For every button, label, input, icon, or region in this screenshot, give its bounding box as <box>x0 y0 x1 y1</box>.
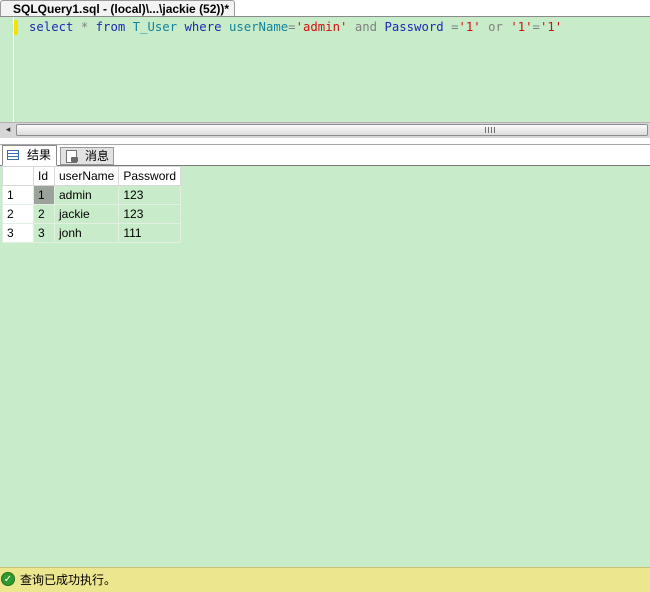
message-icon <box>66 150 78 163</box>
sql-token: where <box>184 20 222 34</box>
cell-username[interactable]: admin <box>53 185 120 205</box>
sql-code-line[interactable]: select * from T_User where userName='adm… <box>29 19 562 35</box>
sql-token: 'admin' <box>295 20 348 34</box>
cell-id[interactable]: 2 <box>33 204 55 224</box>
table-row[interactable]: 2 2 jackie 123 <box>2 204 182 224</box>
cell-username[interactable]: jackie <box>53 204 120 224</box>
sql-token: '1' <box>510 20 533 34</box>
sql-token: '1' <box>458 20 481 34</box>
unsaved-change-marker <box>14 20 18 35</box>
query-document-tab[interactable]: SQLQuery1.sql - (local)\...\jackie (52))… <box>0 0 236 17</box>
sql-token: = <box>288 20 296 34</box>
scroll-thumb[interactable] <box>16 124 648 136</box>
column-header-id[interactable]: Id <box>33 166 55 186</box>
result-tab-strip: 结果 消息 <box>0 145 650 166</box>
status-message: 查询已成功执行。 <box>20 573 117 587</box>
tab-messages-label: 消息 <box>85 149 110 163</box>
cell-password[interactable]: 111 <box>118 223 182 243</box>
grid-icon <box>7 150 19 160</box>
sql-token: = <box>532 20 540 34</box>
table-row[interactable]: 1 1 admin 123 <box>2 185 182 205</box>
document-tab-bar: SQLQuery1.sql - (local)\...\jackie (52))… <box>0 0 650 17</box>
cell-id[interactable]: 1 <box>33 185 55 205</box>
tab-results-label: 结果 <box>27 148 52 162</box>
column-header-username[interactable]: userName <box>53 166 120 186</box>
row-number[interactable]: 3 <box>2 223 34 243</box>
status-bar: ✓ 查询已成功执行。 <box>0 567 650 592</box>
sql-token: select <box>29 20 74 34</box>
tab-messages[interactable]: 消息 <box>60 147 114 165</box>
sql-token: Password <box>384 20 444 34</box>
sql-token: '1' <box>539 20 563 34</box>
row-number-header[interactable] <box>2 166 34 186</box>
sql-token: and <box>354 20 378 34</box>
results-grid[interactable]: Id userName Password 1 1 admin 123 2 2 j… <box>2 166 182 243</box>
editor-gutter <box>0 17 14 123</box>
grid-header-row: Id userName Password <box>2 166 182 186</box>
table-row[interactable]: 3 3 jonh 111 <box>2 223 182 243</box>
row-number[interactable]: 2 <box>2 204 34 224</box>
scroll-grip-icon <box>485 127 497 133</box>
cell-username[interactable]: jonh <box>53 223 120 243</box>
cell-password[interactable]: 123 <box>118 185 182 205</box>
sql-token: userName <box>228 20 289 34</box>
scroll-left-arrow-icon[interactable]: ◂ <box>2 123 14 138</box>
sql-token: T_User <box>132 20 178 34</box>
cell-password[interactable]: 123 <box>118 204 182 224</box>
tab-results[interactable]: 结果 <box>2 145 57 166</box>
cell-id[interactable]: 3 <box>33 223 55 243</box>
horizontal-scrollbar[interactable]: ◂ <box>0 122 650 138</box>
sql-token: or <box>488 20 503 34</box>
row-number[interactable]: 1 <box>2 185 34 205</box>
success-check-icon: ✓ <box>1 572 15 586</box>
query-editor[interactable]: select * from T_User where userName='adm… <box>0 17 650 123</box>
pane-splitter[interactable] <box>0 138 650 145</box>
column-header-password[interactable]: Password <box>118 166 182 186</box>
sql-token: from <box>95 20 126 34</box>
